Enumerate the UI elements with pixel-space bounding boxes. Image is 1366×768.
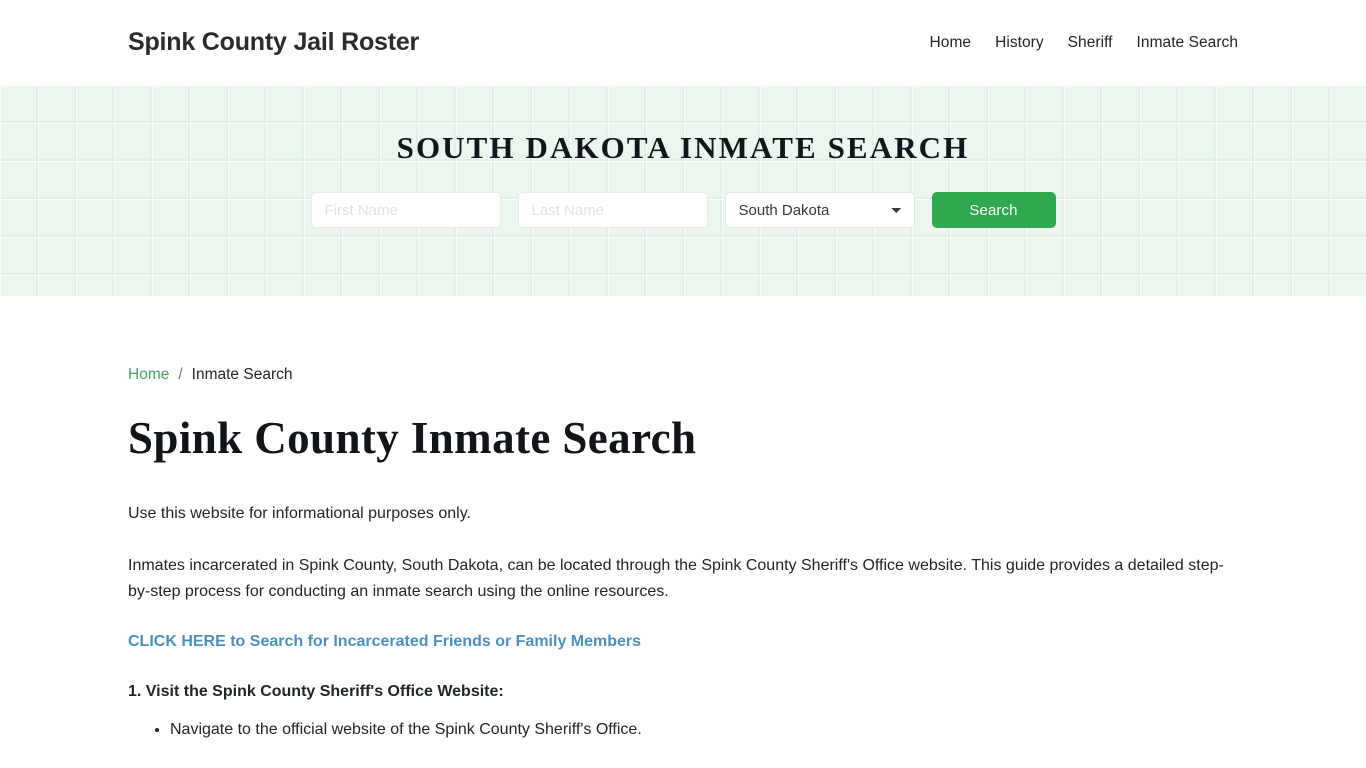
last-name-input[interactable]: [517, 192, 708, 228]
state-select[interactable]: South Dakota: [724, 192, 915, 228]
page-title: Spink County Inmate Search: [128, 413, 697, 463]
hero-banner: SOUTH DAKOTA INMATE SEARCH South Dakota …: [0, 85, 1366, 296]
step-2-heading: 2. Access the Inmate Search Page:: [128, 742, 1238, 768]
site-header: Spink County Jail Roster Home History Sh…: [0, 0, 1366, 85]
hero-title: SOUTH DAKOTA INMATE SEARCH: [396, 130, 970, 165]
intro-paragraph: Inmates incarcerated in Spink County, So…: [128, 556, 1224, 600]
step-1-list: Navigate to the official website of the …: [128, 704, 1238, 742]
first-name-input[interactable]: [310, 192, 501, 228]
nav-item-sheriff[interactable]: Sheriff: [1068, 34, 1113, 52]
disclaimer-text: Use this website for informational purpo…: [128, 504, 471, 522]
hero-content: SOUTH DAKOTA INMATE SEARCH South Dakota …: [0, 85, 1366, 228]
breadcrumb-separator: /: [178, 366, 183, 383]
main-navigation: Home History Sheriff Inmate Search: [930, 34, 1238, 52]
breadcrumb-item-home[interactable]: Home: [128, 366, 169, 384]
cta-search-link[interactable]: CLICK HERE to Search for Incarcerated Fr…: [128, 630, 641, 654]
step-1-heading: 1. Visit the Spink County Sheriff's Offi…: [128, 683, 504, 701]
list-item: Navigate to the official website of the …: [170, 718, 1238, 742]
breadcrumb: Home / Inmate Search: [128, 296, 1238, 384]
site-brand-logo[interactable]: Spink County Jail Roster: [128, 28, 419, 57]
inmate-search-form: South Dakota Search: [0, 192, 1366, 228]
breadcrumb-item-current: Inmate Search: [191, 366, 293, 383]
main-content: Home / Inmate Search Spink County Inmate…: [0, 296, 1366, 768]
search-button[interactable]: Search: [931, 192, 1056, 228]
nav-item-history[interactable]: History: [995, 34, 1044, 52]
nav-item-inmate-search[interactable]: Inmate Search: [1137, 34, 1238, 52]
nav-item-home[interactable]: Home: [930, 34, 972, 52]
